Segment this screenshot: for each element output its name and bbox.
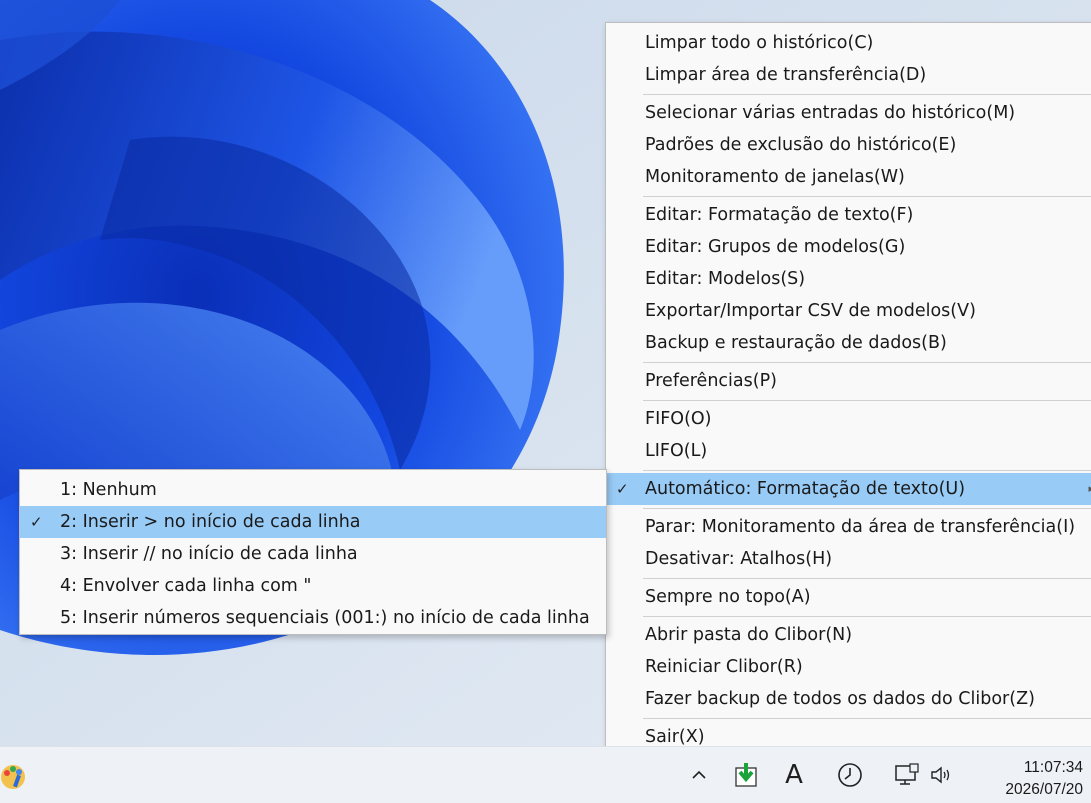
menu-item-label: Preferências(P) xyxy=(645,371,777,391)
menu-item-abrir-pasta-do-clibor-n[interactable]: Abrir pasta do Clibor(N) xyxy=(606,619,1091,651)
menu-item-editar-grupos-de-modelos-g[interactable]: Editar: Grupos de modelos(G) xyxy=(606,231,1091,263)
menu-separator xyxy=(643,470,1091,471)
submenu-item-2[interactable]: ✓ 2: Inserir > no início de cada linha xyxy=(20,506,606,538)
submenu-item-5[interactable]: 5: Inserir números sequenciais (001:) no… xyxy=(20,602,606,634)
menu-item-reiniciar-clibor-r[interactable]: Reiniciar Clibor(R) xyxy=(606,651,1091,683)
menu-item-fazer-backup-de-todos-os-dados-do-clibor[interactable]: Fazer backup de todos os dados do Clibor… xyxy=(606,683,1091,715)
menu-item-label: Padrões de exclusão do histórico(E) xyxy=(645,135,957,155)
menu-item-exportar-importar-csv-de-modelos-v[interactable]: Exportar/Importar CSV de modelos(V) xyxy=(606,295,1091,327)
menu-separator xyxy=(643,362,1091,363)
taskbar: A 11:07:34 2026/07/20 xyxy=(0,746,1091,803)
menu-separator xyxy=(643,616,1091,617)
menu-item-label: Limpar área de transferência(D) xyxy=(645,65,927,85)
submenu-item-1[interactable]: 1: Nenhum xyxy=(20,474,606,506)
menu-item-automatico-formatacao-de-texto-u[interactable]: ✓Automático: Formatação de texto(U)▸ xyxy=(606,473,1091,505)
menu-item-label: Exportar/Importar CSV de modelos(V) xyxy=(645,301,976,321)
clibor-download-icon[interactable] xyxy=(730,747,762,803)
context-menu: Limpar todo o histórico(C) Limpar área de… xyxy=(605,22,1091,754)
checkmark-icon: ✓ xyxy=(30,513,43,531)
menu-item-desativar-atalhos-h[interactable]: Desativar: Atalhos(H) xyxy=(606,543,1091,575)
menu-item-sempre-no-topo-a[interactable]: Sempre no topo(A) xyxy=(606,581,1091,613)
clock-app-icon[interactable] xyxy=(834,747,866,803)
menu-item-label: Editar: Formatação de texto(F) xyxy=(645,205,914,225)
text-formatting-submenu: 1: Nenhum ✓ 2: Inserir > no início de cada… xyxy=(19,469,607,635)
menu-item-backup-e-restauracao-de-dados-b[interactable]: Backup e restauração de dados(B) xyxy=(606,327,1091,359)
menu-separator xyxy=(643,94,1091,95)
menu-separator xyxy=(643,400,1091,401)
menu-item-label: Desativar: Atalhos(H) xyxy=(645,549,833,569)
menu-item-label: Reiniciar Clibor(R) xyxy=(645,657,803,677)
menu-separator xyxy=(643,196,1091,197)
menu-separator xyxy=(643,718,1091,719)
menu-item-parar-monitoramento-da-area-de-transfere[interactable]: Parar: Monitoramento da área de transfer… xyxy=(606,511,1091,543)
menu-item-editar-modelos-s[interactable]: Editar: Modelos(S) xyxy=(606,263,1091,295)
paint-app-icon[interactable] xyxy=(0,747,30,803)
menu-item-label: Selecionar várias entradas do histórico(… xyxy=(645,103,1016,123)
menu-item-label: Sempre no topo(A) xyxy=(645,587,811,607)
checkmark-icon: ✓ xyxy=(616,480,629,498)
clock-time: 11:07:34 xyxy=(1023,759,1083,776)
menu-separator xyxy=(643,578,1091,579)
network-icon[interactable] xyxy=(892,747,922,803)
volume-icon[interactable] xyxy=(928,747,956,803)
submenu-item-label: 2: Inserir > no início de cada linha xyxy=(60,512,361,532)
submenu-item-label: 1: Nenhum xyxy=(60,480,157,500)
menu-item-label: Limpar todo o histórico(C) xyxy=(645,33,874,53)
menu-item-fifo-o[interactable]: FIFO(O) xyxy=(606,403,1091,435)
menu-separator xyxy=(643,508,1091,509)
clock-date: 2026/07/20 xyxy=(1005,781,1083,798)
menu-item-selecionar-varias-entradas-do-historico-[interactable]: Selecionar várias entradas do histórico(… xyxy=(606,97,1091,129)
menu-item-label: FIFO(O) xyxy=(645,409,712,429)
menu-item-editar-formatacao-de-texto-f[interactable]: Editar: Formatação de texto(F) xyxy=(606,199,1091,231)
system-clock[interactable]: 11:07:34 2026/07/20 xyxy=(975,757,1083,801)
menu-item-preferencias-p[interactable]: Preferências(P) xyxy=(606,365,1091,397)
menu-item-label: LIFO(L) xyxy=(645,441,708,461)
menu-item-monitoramento-de-janelas-w[interactable]: Monitoramento de janelas(W) xyxy=(606,161,1091,193)
submenu-item-4[interactable]: 4: Envolver cada linha com " xyxy=(20,570,606,602)
menu-item-label: Editar: Grupos de modelos(G) xyxy=(645,237,906,257)
menu-item-lifo-l[interactable]: LIFO(L) xyxy=(606,435,1091,467)
menu-item-limpar-todo-o-historico-c[interactable]: Limpar todo o histórico(C) xyxy=(606,27,1091,59)
submenu-item-3[interactable]: 3: Inserir // no início de cada linha xyxy=(20,538,606,570)
menu-item-padroes-de-exclusao-do-historico-e[interactable]: Padrões de exclusão do histórico(E) xyxy=(606,129,1091,161)
menu-item-label: Editar: Modelos(S) xyxy=(645,269,806,289)
submenu-item-label: 4: Envolver cada linha com " xyxy=(60,576,312,596)
menu-item-limpar-area-de-transferencia-d[interactable]: Limpar área de transferência(D) xyxy=(606,59,1091,91)
menu-item-label: Backup e restauração de dados(B) xyxy=(645,333,947,353)
input-method-A-icon[interactable]: A xyxy=(778,747,810,803)
submenu-item-label: 5: Inserir números sequenciais (001:) no… xyxy=(60,608,590,628)
menu-item-label: Sair(X) xyxy=(645,727,705,747)
ime-label: A xyxy=(785,760,803,790)
menu-item-label: Automático: Formatação de texto(U) xyxy=(645,479,966,499)
show-hidden-icons-chevron[interactable] xyxy=(684,747,714,803)
menu-item-label: Monitoramento de janelas(W) xyxy=(645,167,905,187)
submenu-item-label: 3: Inserir // no início de cada linha xyxy=(60,544,358,564)
menu-item-label: Fazer backup de todos os dados do Clibor… xyxy=(645,689,1035,709)
menu-item-label: Abrir pasta do Clibor(N) xyxy=(645,625,853,645)
menu-item-label: Parar: Monitoramento da área de transfer… xyxy=(645,517,1076,537)
